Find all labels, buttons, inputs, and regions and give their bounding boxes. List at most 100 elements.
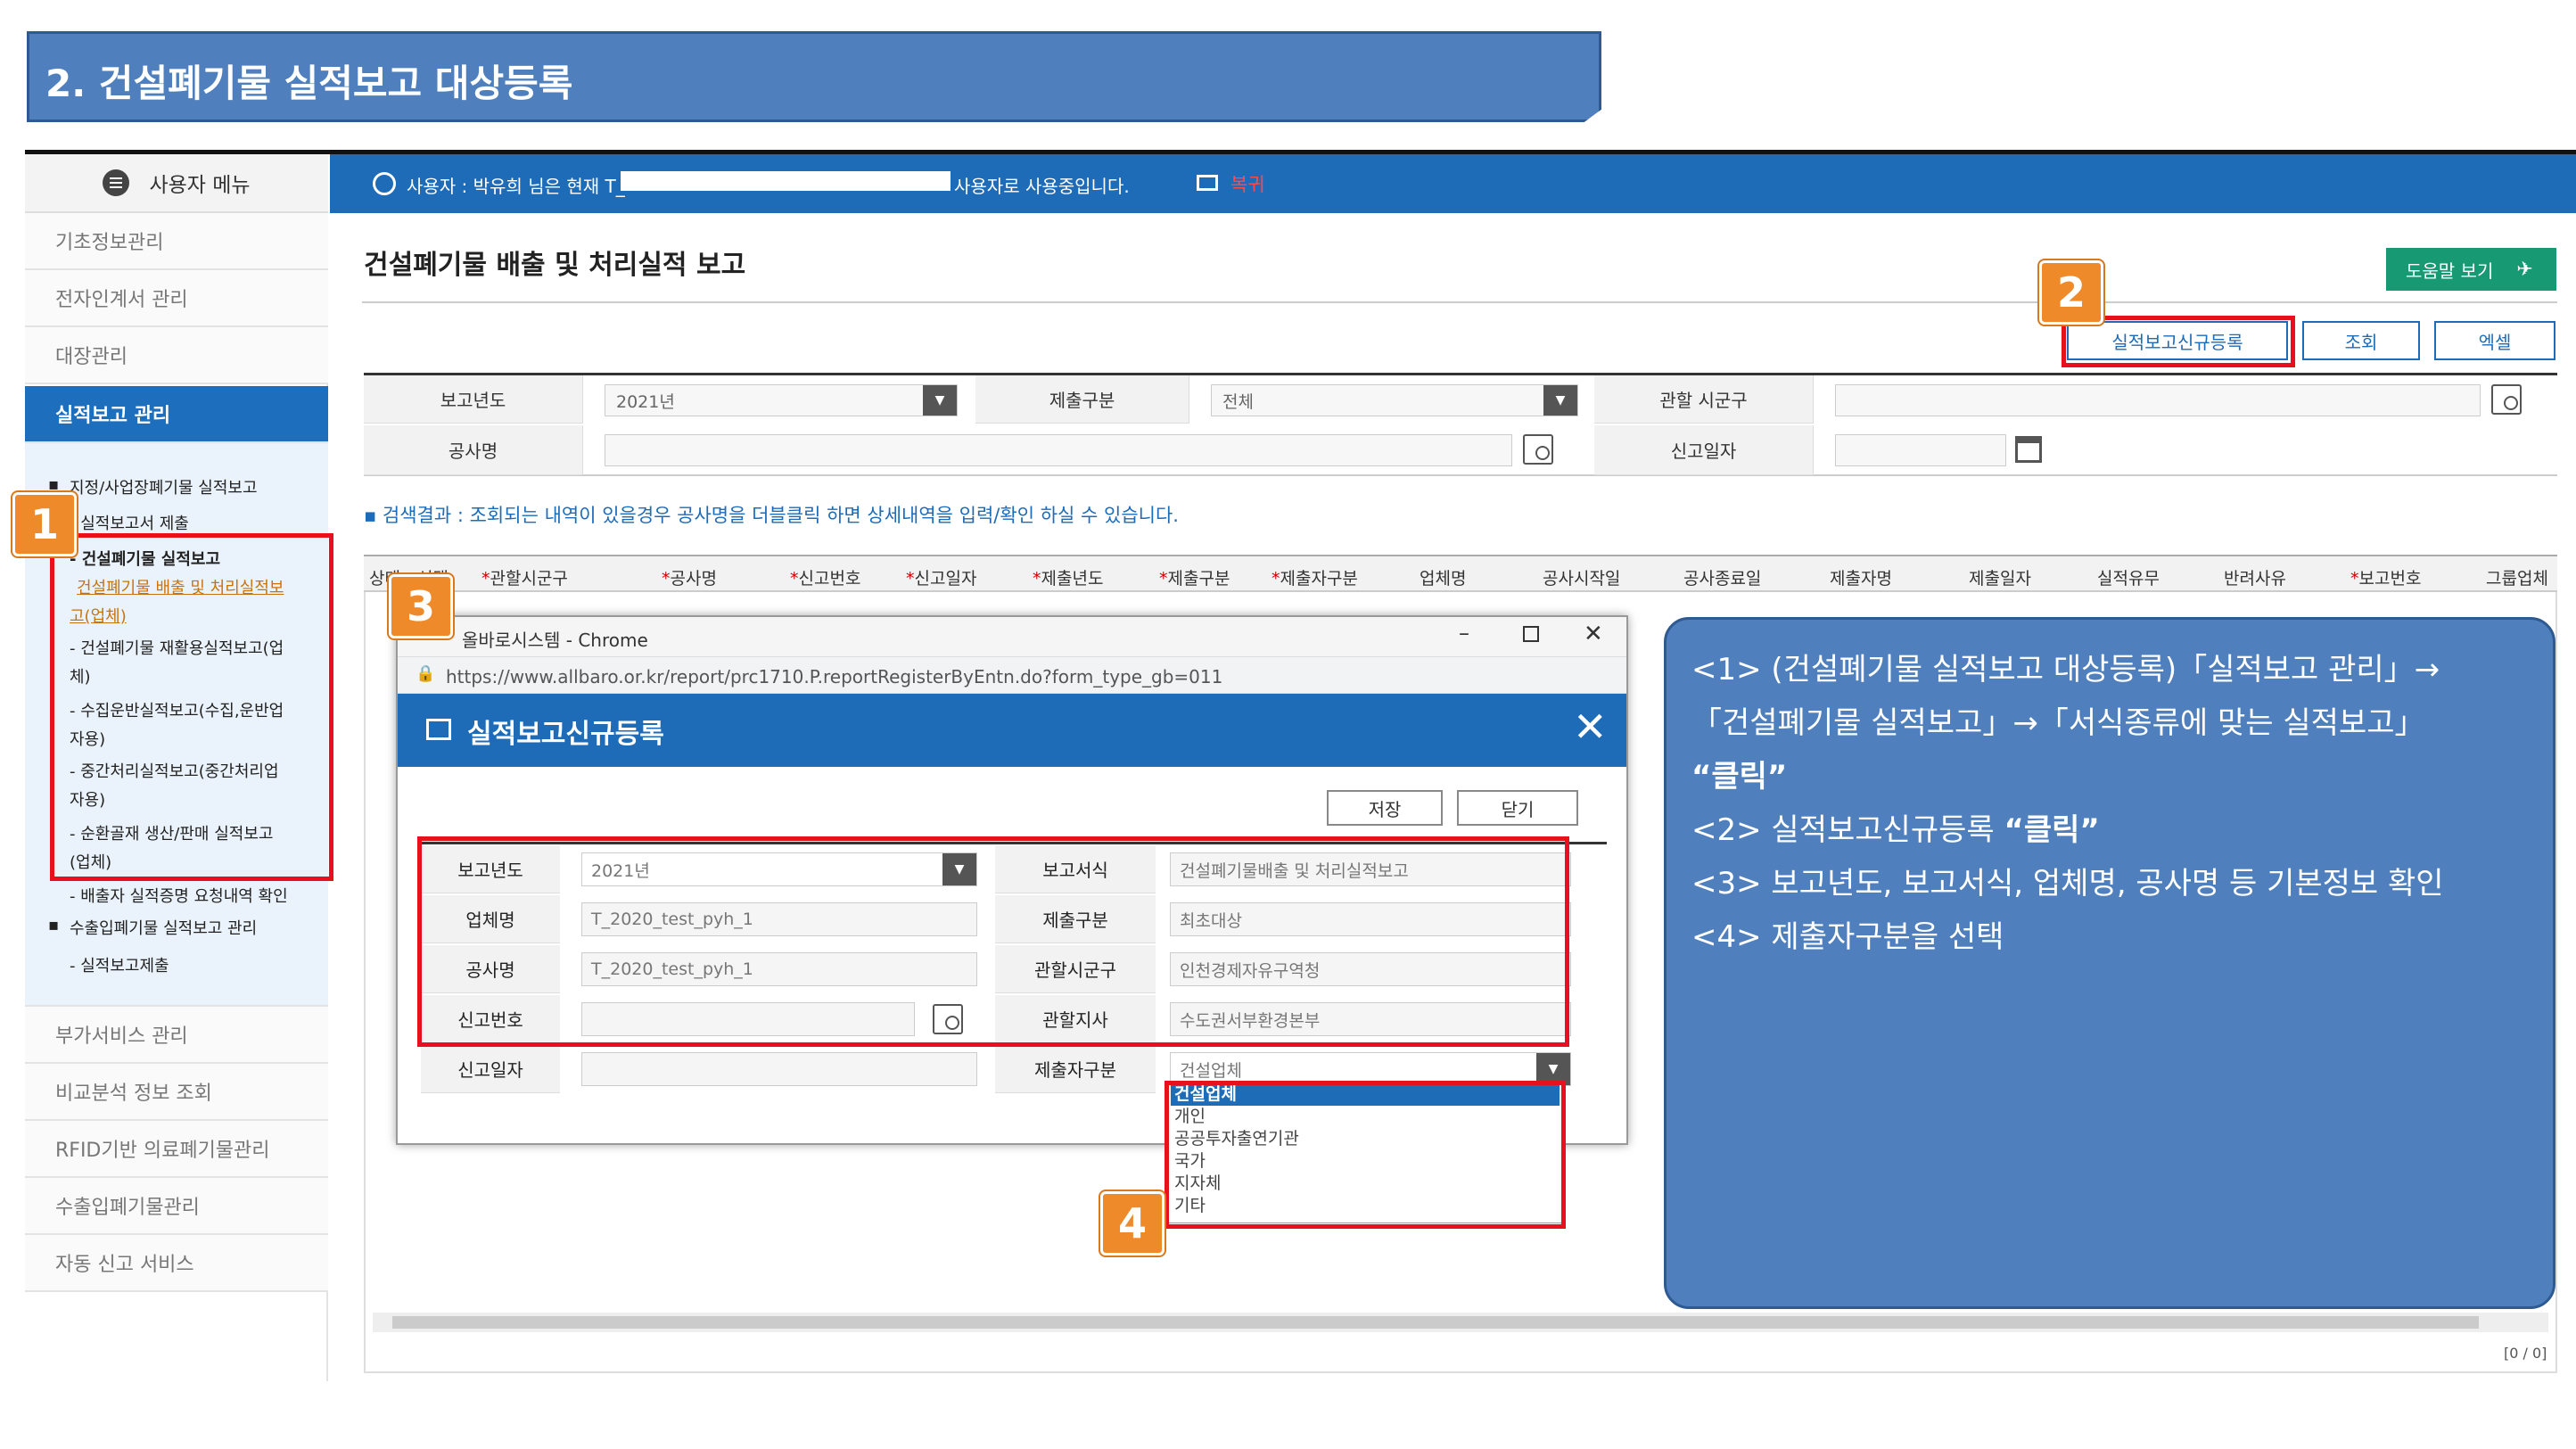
redacted-block xyxy=(621,171,951,191)
submenu-bullet: ▪ xyxy=(48,475,60,494)
submenu-designated-report[interactable]: 지정/사업장폐기물 실적보고 xyxy=(70,475,258,498)
popup-close-icon[interactable]: ✕ xyxy=(1573,703,1608,751)
sidebar-item-ledger[interactable]: 대장관리 xyxy=(25,327,328,384)
search-form: 보고년도 2021년 ▼ 제출구분 전체 ▼ 관할 시군구 공사명 신고일자 xyxy=(364,373,2557,476)
sidebar-item-addon[interactable]: 부가서비스 관리 xyxy=(25,1007,328,1064)
col-reject-reason[interactable]: 반려사유 xyxy=(2224,565,2286,589)
submenu-certificate-request[interactable]: - 배출자 실적증명 요청내역 확인 xyxy=(70,884,288,907)
user-info-text: 사용자 : 박유희 님은 현재 T_ xyxy=(407,176,625,197)
popup-titlebar: 올바로시스템 - Chrome – ✕ xyxy=(398,617,1626,656)
col-report-date[interactable]: *신고일자 xyxy=(906,565,976,589)
required-mark: * xyxy=(1272,569,1280,589)
form-icon xyxy=(426,719,451,740)
sidebar-header-label: 사용자 메뉴 xyxy=(149,174,251,197)
popup-url: https://www.allbaro.or.kr/report/prc1710… xyxy=(446,666,1223,687)
chevron-down-icon: ▼ xyxy=(923,385,957,416)
help-button[interactable]: 도움말 보기 ✈ xyxy=(2386,248,2556,291)
close-button[interactable]: 닫기 xyxy=(1457,790,1578,826)
required-mark: * xyxy=(481,569,490,589)
project-label: 공사명 xyxy=(364,425,583,475)
pin-icon: ✈ xyxy=(2516,258,2533,281)
col-submit-year-label: 제출년도 xyxy=(1041,569,1104,589)
col-report-no[interactable]: *신고번호 xyxy=(790,565,860,589)
popup-submitter-label: 제출자구분 xyxy=(995,1045,1156,1093)
instruction-line-5: <3> 보고년도, 보고서식, 업체명, 공사명 등 기본정보 확인 xyxy=(1691,866,2444,902)
sidebar-item-e-handover[interactable]: 전자인계서 관리 xyxy=(25,270,328,327)
col-report-id[interactable]: *보고번호 xyxy=(2350,565,2421,589)
instruction-line-3: “클릭” xyxy=(1691,759,1788,794)
book-icon xyxy=(1197,175,1218,191)
submit-type-select[interactable]: 전체 ▼ xyxy=(1211,384,1578,416)
instruction-line-4-text: <2> 실적보고신규등록 xyxy=(1691,812,2004,848)
highlight-box-4 xyxy=(1165,1081,1566,1229)
scrollbar-thumb[interactable] xyxy=(392,1316,2479,1329)
col-submitter-type[interactable]: *제출자구분 xyxy=(1272,565,1358,589)
required-mark: * xyxy=(790,569,799,589)
save-button[interactable]: 저장 xyxy=(1327,790,1443,826)
slide-title: 2. 건설폐기물 실적보고 대상등록 xyxy=(45,62,573,105)
submenu-report-submit[interactable]: - 실적보고서 제출 xyxy=(70,511,189,534)
col-submit-type[interactable]: *제출구분 xyxy=(1159,565,1230,589)
col-end-date[interactable]: 공사종료일 xyxy=(1683,565,1761,589)
address-bar[interactable]: 🔒 https://www.allbaro.or.kr/report/prc17… xyxy=(398,656,1626,694)
page-title: 건설폐기물 배출 및 처리실적 보고 xyxy=(364,250,746,281)
search-button[interactable]: 조회 xyxy=(2302,321,2420,360)
window-close-icon[interactable]: ✕ xyxy=(1584,621,1603,647)
calendar-icon[interactable] xyxy=(2015,436,2042,463)
title-divider xyxy=(362,301,2557,303)
popup-header: 실적보고신규등록 ✕ xyxy=(398,694,1626,767)
sidebar-item-auto-report[interactable]: 자동 신고 서비스 xyxy=(25,1235,328,1292)
instruction-line-2: 「건설폐기물 실적보고」→「서식종류에 맞는 실적보고」 xyxy=(1691,705,2425,741)
popup-window-title: 올바로시스템 - Chrome xyxy=(462,630,648,651)
sidebar-item-rfid[interactable]: RFID기반 의료폐기물관리 xyxy=(25,1121,328,1178)
sidebar-item-report-mgmt[interactable]: 실적보고 관리 xyxy=(25,386,328,443)
report-date-input[interactable] xyxy=(1835,434,2006,466)
return-link[interactable]: 복귀 xyxy=(1230,170,1265,197)
grid-header: 상태 선택 *관할시군구 *공사명 *신고번호 *신고일자 *제출년도 *제출구… xyxy=(364,555,2557,592)
sidebar-item-analysis[interactable]: 비교분석 정보 조회 xyxy=(25,1064,328,1121)
year-label: 보고년도 xyxy=(364,375,583,424)
col-district[interactable]: *관할시군구 xyxy=(481,565,568,589)
required-mark: * xyxy=(906,569,915,589)
required-mark: * xyxy=(662,569,671,589)
submenu-import-export-report[interactable]: 수출입폐기물 실적보고 관리 xyxy=(70,916,257,939)
sidebar-header: 사용자 메뉴 xyxy=(25,154,328,213)
menu-icon[interactable] xyxy=(103,169,130,196)
submitter-type-value: 건설업체 xyxy=(1180,1060,1242,1081)
lock-icon: 🔒 xyxy=(416,664,436,683)
minimize-icon[interactable]: – xyxy=(1459,621,1469,646)
submit-type-value: 전체 xyxy=(1222,391,1254,412)
col-has-result[interactable]: 실적유무 xyxy=(2097,565,2160,589)
col-report-no-label: 신고번호 xyxy=(798,569,861,589)
help-button-label: 도움말 보기 xyxy=(2406,259,2494,282)
search-icon[interactable] xyxy=(2491,384,2522,415)
col-submit-year[interactable]: *제출년도 xyxy=(1033,565,1103,589)
instruction-line-4-emphasis: “클릭” xyxy=(2004,812,2100,848)
sidebar-item-import-export[interactable]: 수출입폐기물관리 xyxy=(25,1178,328,1235)
year-select[interactable]: 2021년 ▼ xyxy=(605,384,958,416)
col-group-company[interactable]: 그룹업체 xyxy=(2486,565,2548,589)
excel-button[interactable]: 엑셀 xyxy=(2434,321,2555,360)
user-info-bar: 사용자 : 박유희 님은 현재 T_ 사용자로 사용중입니다. 복귀 xyxy=(330,154,2576,213)
col-company[interactable]: 업체명 xyxy=(1420,565,1466,589)
slide-title-banner: 2. 건설폐기물 실적보고 대상등록 xyxy=(27,31,1601,122)
col-start-date[interactable]: 공사시작일 xyxy=(1543,565,1620,589)
horizontal-scrollbar[interactable] xyxy=(373,1313,2548,1332)
year-select-value: 2021년 xyxy=(616,391,675,412)
popup-title: 실적보고신규등록 xyxy=(467,719,664,750)
maximize-icon[interactable] xyxy=(1523,626,1539,642)
pager: [0 / 0] xyxy=(2504,1345,2547,1362)
col-submit-date[interactable]: 제출일자 xyxy=(1969,565,2031,589)
search-icon[interactable] xyxy=(1523,434,1553,465)
col-submit-type-label: 제출구분 xyxy=(1167,569,1230,589)
col-project[interactable]: *공사명 xyxy=(662,565,717,589)
highlight-box-3 xyxy=(417,836,1569,1047)
district-input[interactable] xyxy=(1835,384,2481,416)
step-badge-1: 1 xyxy=(12,492,77,556)
submenu-report-submit-2[interactable]: - 실적보고제출 xyxy=(70,953,169,976)
popup-date-input[interactable] xyxy=(581,1052,977,1086)
district-label: 관할 시군구 xyxy=(1594,375,1814,424)
col-submitter-name[interactable]: 제출자명 xyxy=(1830,565,1892,589)
project-input[interactable] xyxy=(605,434,1512,466)
sidebar-item-basic-info[interactable]: 기초정보관리 xyxy=(25,213,328,270)
